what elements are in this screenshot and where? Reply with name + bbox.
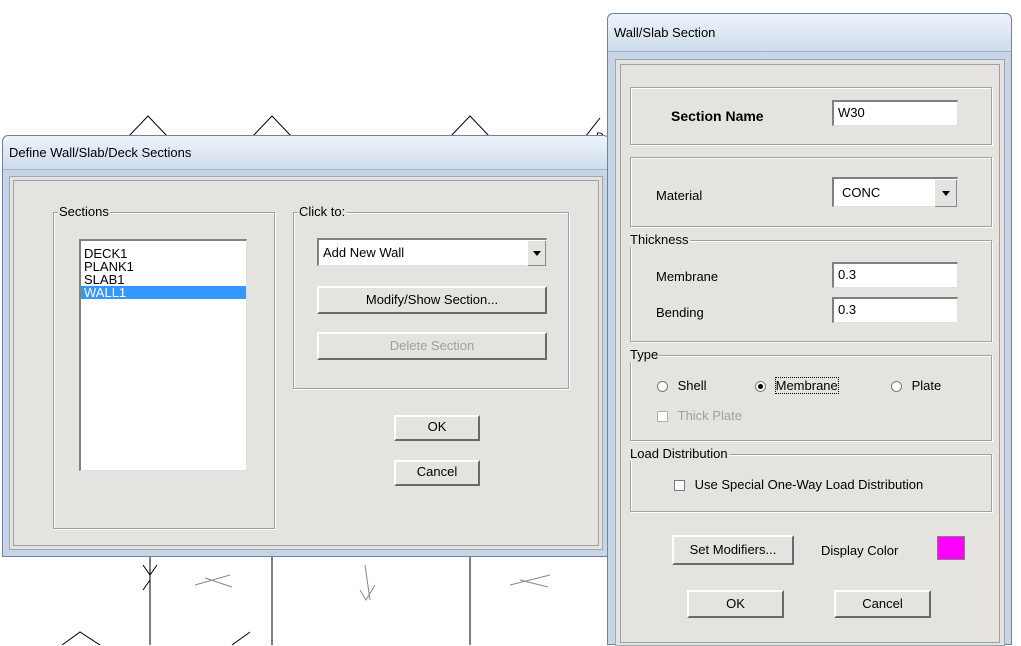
- list-item-selected[interactable]: WALL1: [81, 286, 246, 299]
- display-color-fill: [938, 537, 964, 559]
- define-ok-button[interactable]: OK: [394, 415, 480, 441]
- load-arrow-4: [359, 564, 376, 601]
- material-group: Material CONC: [630, 157, 992, 227]
- membrane-thickness-input[interactable]: 0.3: [832, 262, 958, 288]
- grid-bubble-bottom-a: [61, 631, 101, 645]
- bending-thickness-input[interactable]: 0.3: [832, 297, 958, 323]
- type-plate-label: Plate: [911, 378, 942, 393]
- sections-group-label: Sections: [58, 204, 110, 219]
- set-modifiers-button[interactable]: Set Modifiers...: [672, 535, 794, 565]
- display-color-label: Display Color: [821, 543, 899, 558]
- define-dialog-body: Sections DECK1 PLANK1 SLAB1 WALL1 Click …: [9, 176, 603, 550]
- bending-thickness-value: 0.3: [838, 302, 857, 317]
- delete-section-button[interactable]: Delete Section: [317, 332, 547, 360]
- material-dropdown[interactable]: CONC: [832, 177, 958, 207]
- add-section-dropdown[interactable]: Add New Wall: [317, 238, 547, 266]
- section-name-label: Section Name: [671, 108, 764, 124]
- thick-plate-checkbox[interactable]: Thick Plate: [657, 408, 742, 423]
- click-to-group-label: Click to:: [298, 204, 347, 219]
- load-distribution-group: Load Distribution Use Special One-Way Lo…: [629, 446, 992, 512]
- define-cancel-button[interactable]: Cancel: [394, 460, 480, 486]
- type-shell-radio[interactable]: Shell: [657, 378, 707, 393]
- modify-show-section-button[interactable]: Modify/Show Section...: [317, 286, 547, 314]
- membrane-thickness-value: 0.3: [838, 267, 857, 282]
- type-plate-radio[interactable]: Plate: [891, 378, 941, 393]
- define-dialog-titlebar[interactable]: Define Wall/Slab/Deck Sections: [3, 136, 609, 170]
- chevron-down-icon[interactable]: [934, 178, 957, 207]
- radio-icon[interactable]: [657, 381, 668, 393]
- load-arrow-3: [194, 574, 233, 588]
- checkbox-icon[interactable]: [674, 480, 685, 492]
- bending-label: Bending: [656, 305, 704, 320]
- click-to-group: Click to: Add New Wall Modify/Show Secti…: [293, 204, 569, 389]
- sections-group: Sections DECK1 PLANK1 SLAB1 WALL1: [53, 204, 275, 529]
- display-color-swatch[interactable]: [937, 536, 965, 560]
- type-group: Type Shell Membrane Plate Thick Plate: [629, 347, 992, 441]
- one-way-load-label: Use Special One-Way Load Distribution: [694, 477, 924, 492]
- section-name-input[interactable]: W30: [832, 100, 958, 126]
- section-name-group: Section Name W30: [630, 87, 992, 145]
- type-group-label: Type: [629, 347, 660, 362]
- add-section-dropdown-value: Add New Wall: [323, 245, 405, 260]
- load-arrow-2: [142, 579, 151, 591]
- thick-plate-label: Thick Plate: [677, 408, 742, 423]
- load-arrow-5: [509, 574, 551, 588]
- section-cancel-button[interactable]: Cancel: [834, 590, 931, 618]
- load-distribution-group-label: Load Distribution: [629, 446, 729, 461]
- grid-bubble-bottom-b: [231, 631, 251, 645]
- one-way-load-checkbox[interactable]: Use Special One-Way Load Distribution: [674, 477, 923, 492]
- section-dialog-body: Section Name W30 Material CONC Thickness…: [615, 59, 1005, 646]
- radio-checked-icon[interactable]: [755, 381, 766, 393]
- type-membrane-label: Membrane: [774, 377, 839, 394]
- define-sections-dialog: Define Wall/Slab/Deck Sections Sections …: [2, 135, 610, 557]
- section-ok-button[interactable]: OK: [687, 590, 784, 618]
- section-name-value: W30: [838, 105, 865, 120]
- radio-icon[interactable]: [891, 381, 902, 393]
- checkbox-icon[interactable]: [657, 411, 668, 423]
- sections-list[interactable]: DECK1 PLANK1 SLAB1 WALL1: [79, 239, 247, 471]
- chevron-down-icon[interactable]: [527, 239, 546, 266]
- section-dialog-title: Wall/Slab Section: [614, 25, 716, 40]
- type-shell-label: Shell: [677, 378, 707, 393]
- material-dropdown-value: CONC: [842, 185, 881, 200]
- membrane-label: Membrane: [656, 269, 719, 284]
- type-membrane-radio[interactable]: Membrane: [755, 377, 839, 394]
- wall-slab-section-dialog: Wall/Slab Section Section Name W30 Mater…: [607, 13, 1012, 646]
- grid-bubble-c: [449, 115, 491, 138]
- thickness-group-label: Thickness: [629, 232, 690, 247]
- thickness-group: Thickness Membrane 0.3 Bending 0.3: [629, 232, 992, 342]
- define-dialog-title: Define Wall/Slab/Deck Sections: [9, 145, 192, 160]
- grid-bubble-a: [127, 115, 169, 138]
- material-label: Material: [656, 188, 703, 203]
- section-dialog-titlebar[interactable]: Wall/Slab Section: [608, 14, 1011, 52]
- grid-bubble-b: [251, 115, 293, 138]
